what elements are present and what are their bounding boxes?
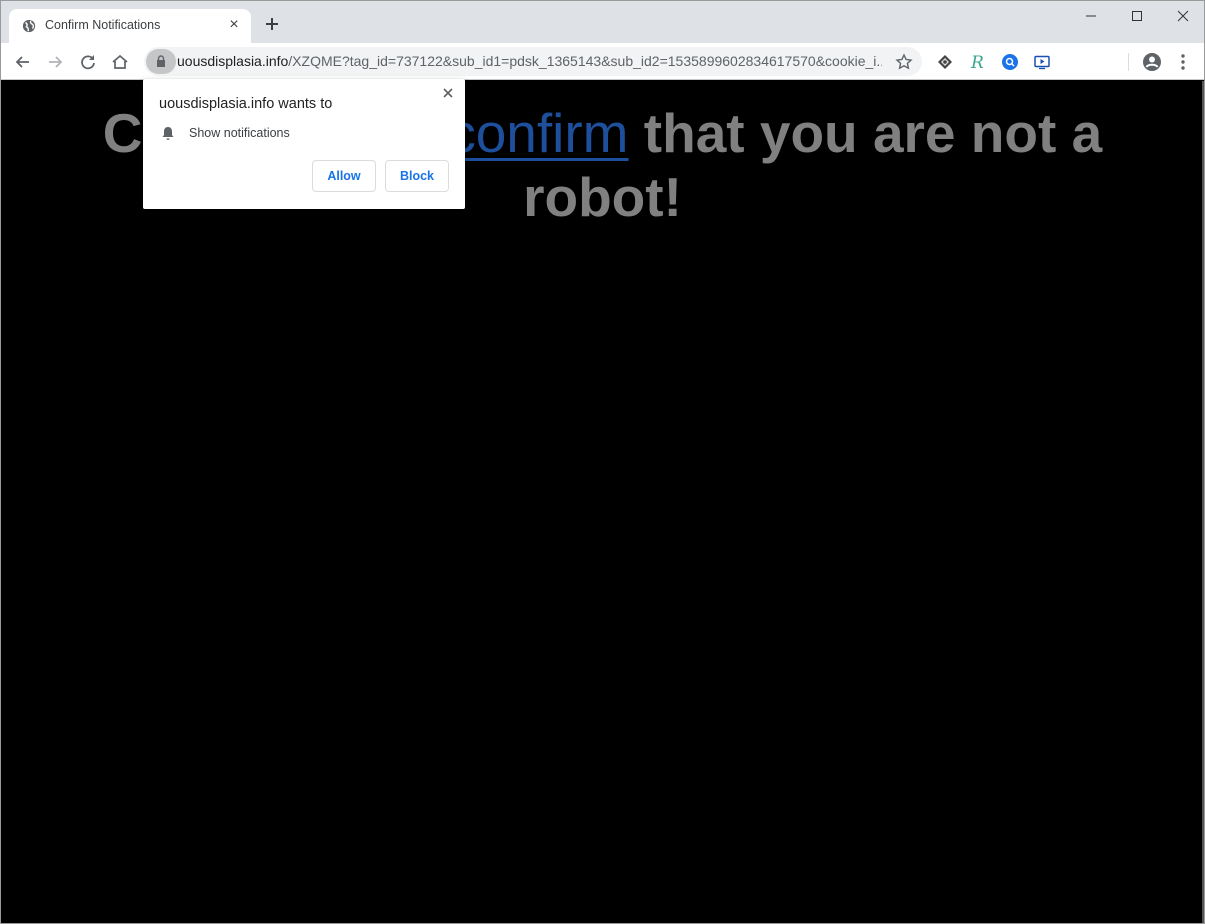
confirm-link[interactable]: confirm bbox=[448, 102, 628, 164]
permission-label: Show notifications bbox=[189, 126, 290, 140]
star-icon[interactable] bbox=[894, 52, 914, 72]
bell-icon bbox=[162, 127, 174, 140]
toolbar-separator bbox=[1128, 53, 1129, 71]
site-info-button[interactable] bbox=[146, 49, 176, 74]
close-window-button[interactable] bbox=[1160, 1, 1205, 31]
tab-title: Confirm Notifications bbox=[45, 18, 161, 32]
globe-icon bbox=[22, 19, 36, 33]
lock-icon bbox=[157, 55, 165, 67]
toolbar: uousdisplasia.info/XZQME?tag_id=737122&s… bbox=[1, 43, 1204, 80]
allow-button[interactable]: Allow bbox=[312, 160, 376, 192]
search-extension-icon[interactable] bbox=[1001, 53, 1019, 71]
close-icon bbox=[1177, 10, 1189, 22]
back-icon[interactable] bbox=[12, 51, 34, 73]
maximize-icon bbox=[1132, 11, 1142, 21]
account-icon[interactable] bbox=[1142, 52, 1162, 72]
r-extension-icon[interactable]: R bbox=[969, 53, 987, 71]
forward-icon[interactable] bbox=[44, 51, 66, 73]
popup-title: uousdisplasia.info wants to bbox=[159, 96, 333, 112]
minimize-button[interactable] bbox=[1068, 1, 1114, 31]
reload-icon[interactable] bbox=[77, 51, 99, 73]
browser-window: Confirm Notifications × uousdisplasia.in… bbox=[0, 0, 1205, 924]
tab-close-icon[interactable]: × bbox=[225, 16, 243, 34]
popup-close-icon[interactable] bbox=[439, 84, 457, 102]
diamond-extension-icon[interactable] bbox=[936, 53, 954, 71]
notification-permission-popup: uousdisplasia.info wants to Show notific… bbox=[143, 79, 465, 209]
home-icon[interactable] bbox=[109, 51, 131, 73]
tab-confirm-notifications[interactable]: Confirm Notifications × bbox=[9, 9, 251, 43]
address-bar[interactable]: uousdisplasia.info/XZQME?tag_id=737122&s… bbox=[144, 47, 922, 76]
kebab-menu-icon[interactable] bbox=[1177, 52, 1189, 72]
url-host: uousdisplasia.info bbox=[177, 53, 289, 69]
minimize-icon bbox=[1086, 15, 1096, 17]
block-button[interactable]: Block bbox=[385, 160, 449, 192]
media-extension-icon[interactable] bbox=[1033, 53, 1051, 71]
svg-text:R: R bbox=[970, 53, 984, 71]
maximize-button[interactable] bbox=[1114, 1, 1160, 31]
plus-icon[interactable] bbox=[262, 14, 282, 34]
url-path: /XZQME?tag_id=737122&sub_id1=pdsk_136514… bbox=[288, 53, 882, 69]
title-bar: Confirm Notifications × bbox=[1, 1, 1204, 43]
url-text[interactable]: uousdisplasia.info/XZQME?tag_id=737122&s… bbox=[177, 53, 882, 69]
scrollbar[interactable] bbox=[1202, 81, 1204, 923]
